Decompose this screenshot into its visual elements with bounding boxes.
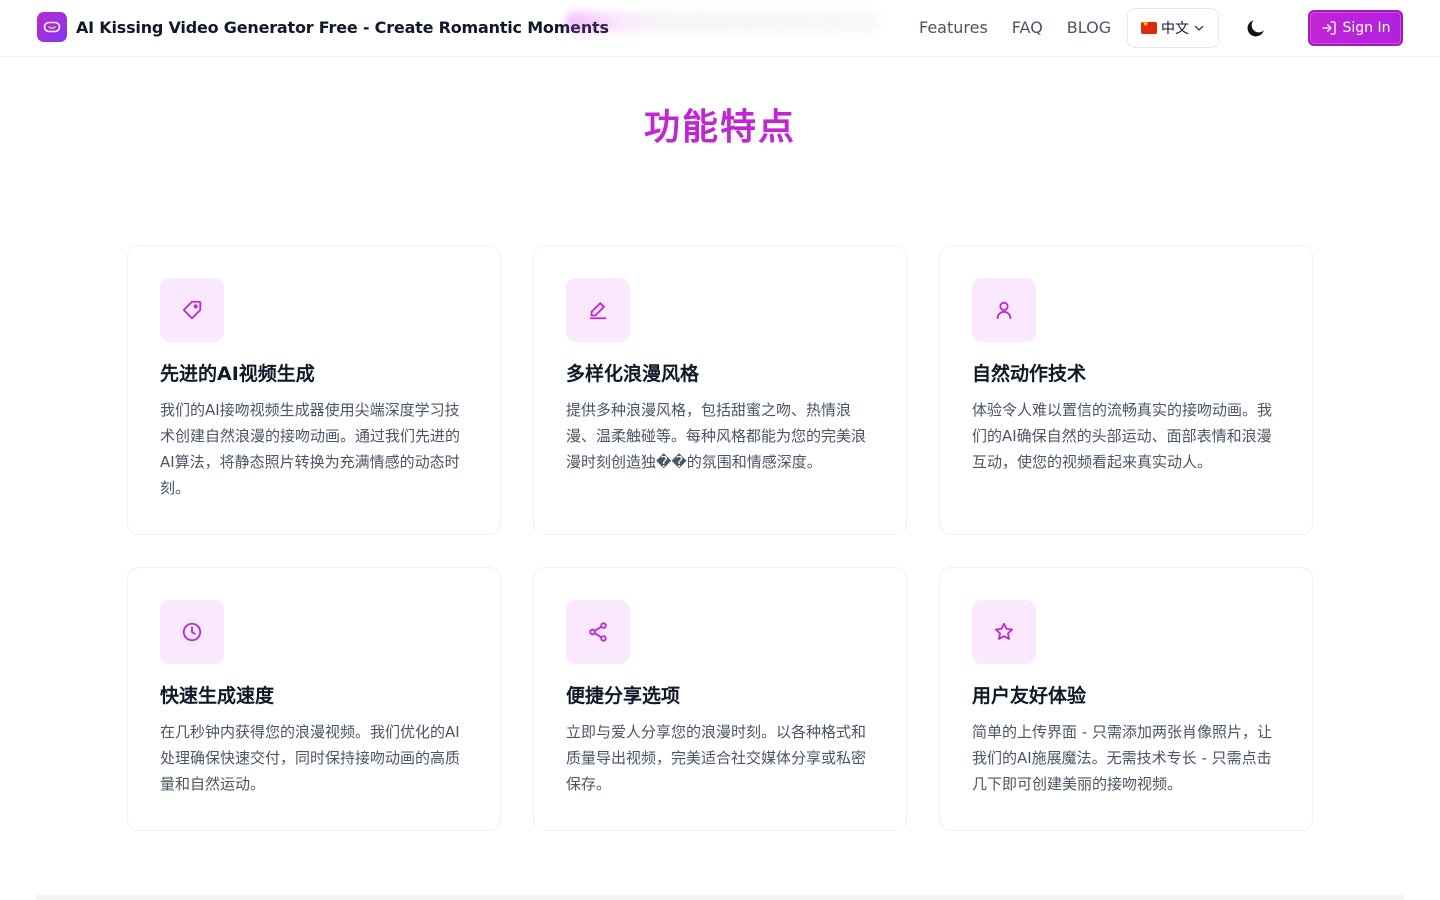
feature-card: 快速生成速度 在几秒钟内获得您的浪漫视频。我们优化的AI处理确保快速交付，同时保… (127, 567, 501, 831)
feature-card: 自然动作技术 体验令人难以置信的流畅真实的接吻动画。我们的AI确保自然的头部运动… (939, 245, 1313, 535)
feature-description: 立即与爱人分享您的浪漫时刻。以各种格式和质量导出视频，完美适合社交媒体分享或私密… (566, 723, 867, 793)
chevron-down-icon (1194, 25, 1204, 31)
feature-icon-box (972, 278, 1036, 342)
feature-title: 便捷分享选项 (566, 685, 681, 707)
feature-description: 提供多种浪漫风格，包括甜蜜之吻、热情浪漫、温柔触碰等。每种风格都能为您的完美浪漫… (566, 401, 867, 471)
sign-in-label: Sign In (1342, 20, 1391, 36)
sign-in-button[interactable]: Sign In (1308, 10, 1403, 46)
feature-description: 简单的上传界面 - 只需添加两张肖像照片，让我们的AI施展魔法。无需技术专长 -… (972, 723, 1272, 793)
user-icon (996, 301, 1012, 320)
nav-link-faq[interactable]: FAQ (1012, 18, 1043, 37)
feature-card: 便捷分享选项 立即与爱人分享您的浪漫时刻。以各种格式和质量导出视频，完美适合社交… (533, 567, 907, 831)
nav-link-blog[interactable]: BLOG (1067, 18, 1111, 37)
pen-icon (589, 302, 607, 320)
feature-title: 先进的AI视频生成 (160, 363, 315, 385)
tag-icon (182, 300, 202, 320)
feature-card: 多样化浪漫风格 提供多种浪漫风格，包括甜蜜之吻、热情浪漫、温柔触碰等。每种风格都… (533, 245, 907, 535)
brand-title: AI Kissing Video Generator Free - Create… (76, 17, 609, 37)
feature-card: 用户友好体验 简单的上传界面 - 只需添加两张肖像照片，让我们的AI施展魔法。无… (939, 567, 1313, 831)
language-selector[interactable]: 中文 (1127, 8, 1219, 48)
feature-description: 在几秒钟内获得您的浪漫视频。我们优化的AI处理确保快速交付，同时保持接吻动画的高… (160, 723, 461, 793)
language-label: 中文 (1161, 21, 1189, 37)
feature-title: 快速生成速度 (160, 685, 275, 707)
logo-icon (37, 12, 67, 42)
section-title: 功能特点 (643, 107, 796, 148)
feature-icon-box (566, 278, 630, 342)
brand-link[interactable]: AI Kissing Video Generator Free - Create… (37, 12, 609, 42)
theme-toggle-button[interactable] (1240, 12, 1272, 44)
feature-icon-box (160, 278, 224, 342)
clock-icon (182, 622, 202, 642)
feature-icon-box (566, 600, 630, 664)
top-navbar: AI Kissing Video Generator Free - Create… (0, 0, 1440, 57)
china-flag-icon (1141, 19, 1157, 34)
main-nav: Features FAQ BLOG (919, 18, 1111, 37)
footer-divider (36, 895, 1404, 900)
feature-description: 体验令人难以置信的流畅真实的接吻动画。我们的AI确保自然的头部运动、面部表情和浪… (972, 401, 1273, 471)
moon-icon (1247, 20, 1264, 37)
feature-title: 用户友好体验 (972, 685, 1087, 707)
share-icon (589, 622, 607, 642)
feature-card: 先进的AI视频生成 我们的AI接吻视频生成器使用尖端深度学习技术创建自然浪漫的接… (127, 245, 501, 535)
star-icon (995, 622, 1013, 640)
feature-icon-box (160, 600, 224, 664)
sign-in-icon (1321, 21, 1336, 35)
feature-title: 多样化浪漫风格 (566, 363, 700, 385)
blurred-banner (565, 12, 880, 32)
feature-title: 自然动作技术 (972, 363, 1087, 385)
nav-link-features[interactable]: Features (919, 18, 988, 37)
feature-icon-box (972, 600, 1036, 664)
feature-description: 我们的AI接吻视频生成器使用尖端深度学习技术创建自然浪漫的接吻动画。通过我们先进… (160, 401, 461, 497)
